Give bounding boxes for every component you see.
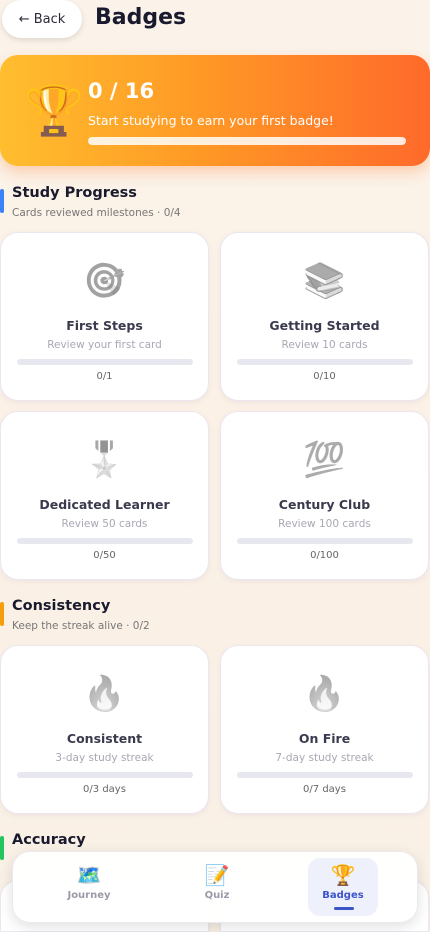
section-accent (0, 602, 4, 626)
section-accent (0, 189, 4, 213)
hundred-icon: 💯 (303, 440, 346, 480)
section-subtitle: Cards reviewed milestones · 0/4 (12, 207, 181, 219)
fire-icon: 🔥 (303, 674, 346, 714)
badge-name: Consistent (66, 731, 143, 746)
badge-progress-bar (237, 538, 413, 544)
nav-journey[interactable]: 🗺️ Journey (54, 858, 124, 916)
summary-banner: 🏆 0 / 16 Start studying to earn your fir… (0, 55, 430, 166)
section-title: Consistency (12, 598, 111, 614)
active-indicator (334, 907, 354, 910)
memo-icon: 📝 (204, 863, 230, 887)
nav-label: Journey (67, 890, 111, 901)
section-title: Accuracy (12, 832, 86, 848)
badge-progress-text: 0/100 (310, 550, 339, 561)
badge-name: Century Club (278, 497, 371, 512)
badge-name: Dedicated Learner (39, 497, 170, 512)
nav-label: Badges (322, 890, 364, 901)
badge-progress-text: 0/7 days (303, 784, 346, 795)
page-title: Badges (95, 5, 187, 30)
summary-subtitle: Start studying to earn your first badge! (88, 113, 334, 128)
fire-icon: 🔥 (83, 674, 126, 714)
overall-progress-bar (88, 137, 406, 145)
bottom-navigation: 🗺️ Journey 📝 Quiz 🏆 Badges (12, 851, 418, 923)
badge-card-dedicated-learner[interactable]: 🎖️ Dedicated Learner Review 50 cards 0/5… (0, 411, 209, 580)
map-icon: 🗺️ (76, 863, 102, 887)
badge-description: Review 100 cards (278, 518, 371, 530)
badge-progress-text: 0/3 days (83, 784, 126, 795)
badge-progress-bar (17, 538, 193, 544)
badge-card-first-steps[interactable]: 🎯 First Steps Review your first card 0/1 (0, 232, 209, 401)
section-subtitle: Keep the streak alive · 0/2 (12, 620, 150, 632)
badge-progress-bar (17, 359, 193, 365)
badge-description: Review 50 cards (61, 518, 148, 530)
badge-name: First Steps (66, 318, 143, 333)
badge-description: Review your first card (47, 339, 162, 351)
nav-quiz[interactable]: 📝 Quiz (182, 858, 252, 916)
badge-card-on-fire[interactable]: 🔥 On Fire 7-day study streak 0/7 days (220, 645, 429, 814)
badge-name: On Fire (298, 731, 351, 746)
books-icon: 📚 (303, 261, 346, 301)
badge-progress-bar (237, 359, 413, 365)
section-accent (0, 836, 4, 860)
badge-card-getting-started[interactable]: 📚 Getting Started Review 10 cards 0/10 (220, 232, 429, 401)
badge-card-consistent[interactable]: 🔥 Consistent 3-day study streak 0/3 days (0, 645, 209, 814)
nav-label: Quiz (204, 890, 230, 901)
badge-progress-text: 0/50 (93, 550, 116, 561)
badge-description: 3-day study streak (55, 752, 154, 764)
badge-progress-text: 0/10 (313, 371, 336, 382)
trophy-icon: 🏆 (330, 863, 356, 887)
section-title: Study Progress (12, 185, 137, 201)
badge-card-century-club[interactable]: 💯 Century Club Review 100 cards 0/100 (220, 411, 429, 580)
badge-description: 7-day study streak (275, 752, 374, 764)
badges-earned-count: 0 / 16 (88, 79, 155, 103)
trophy-icon: 🏆 (24, 83, 84, 139)
badge-progress-bar (237, 772, 413, 778)
back-button[interactable]: ← Back (2, 0, 82, 38)
target-icon: 🎯 (83, 261, 126, 301)
badge-progress-bar (17, 772, 193, 778)
badge-name: Getting Started (269, 318, 380, 333)
badge-progress-text: 0/1 (96, 371, 113, 382)
nav-badges[interactable]: 🏆 Badges (308, 858, 378, 916)
medal-icon: 🎖️ (83, 440, 126, 480)
header: ← Back Badges (0, 0, 430, 44)
badge-description: Review 10 cards (281, 339, 368, 351)
